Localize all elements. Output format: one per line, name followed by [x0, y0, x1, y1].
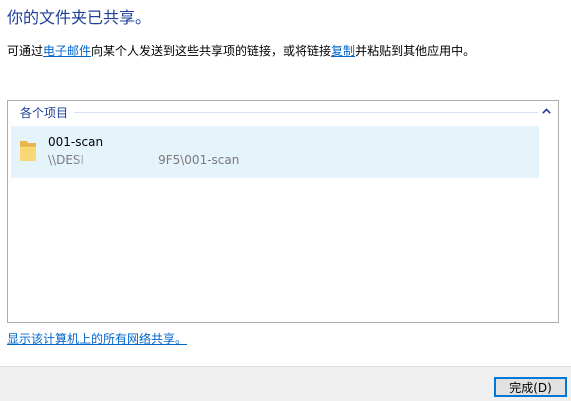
shared-items-panel: 各个项目 001-scan \\DESI 9F5\001-scan	[7, 100, 559, 323]
done-button[interactable]: 完成(D)	[494, 377, 567, 397]
item-path-end: 9F5\001-scan	[158, 153, 240, 167]
show-all-shares-link[interactable]: 显示该计算机上的所有网络共享。	[7, 330, 187, 347]
copy-link[interactable]: 复制	[331, 44, 355, 58]
description-suffix: 并粘贴到其他应用中。	[355, 44, 476, 58]
group-label: 各个项目	[20, 106, 69, 120]
group-divider	[74, 112, 538, 113]
chevron-up-icon[interactable]	[540, 105, 552, 117]
list-item[interactable]: 001-scan \\DESI 9F5\001-scan	[11, 126, 539, 178]
description-middle: 向某个人发送到这些共享项的链接，或将链接	[91, 44, 332, 58]
item-name: 001-scan	[48, 135, 104, 149]
redaction-blur	[77, 153, 151, 169]
page-title: 你的文件夹已共享。	[7, 8, 152, 27]
group-header[interactable]: 各个项目	[8, 101, 558, 123]
dialog-footer: 完成(D)	[0, 366, 571, 401]
folder-icon	[18, 139, 38, 163]
dialog-content: 你的文件夹已共享。 可通过电子邮件向某个人发送到这些共享项的链接，或将链接复制并…	[0, 0, 571, 366]
description-prefix: 可通过	[7, 44, 44, 58]
share-description: 可通过电子邮件向某个人发送到这些共享项的链接，或将链接复制并粘贴到其他应用中。	[7, 42, 475, 59]
email-link[interactable]: 电子邮件	[43, 44, 91, 58]
